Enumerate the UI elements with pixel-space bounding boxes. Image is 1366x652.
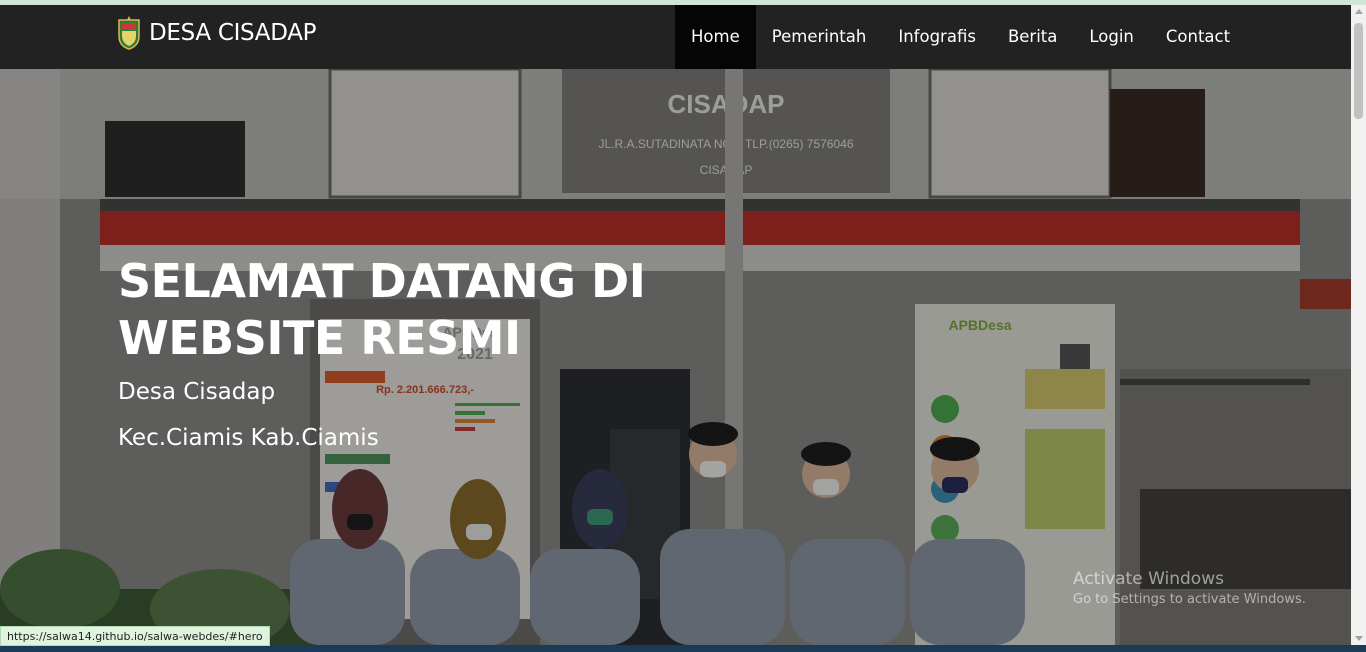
watermark-subtitle: Go to Settings to activate Windows. <box>1073 592 1306 607</box>
page-scrollbar[interactable] <box>1351 5 1366 645</box>
hero-title: SELAMAT DATANG DI WEBSITE RESMI <box>118 254 646 365</box>
brand-link[interactable]: DESA CISADAP <box>117 15 317 51</box>
village-shield-logo-icon <box>118 16 140 50</box>
nav-item-login[interactable]: Login <box>1073 5 1150 69</box>
scroll-up-arrow-icon[interactable] <box>1355 9 1363 14</box>
nav-item-contact[interactable]: Contact <box>1150 5 1246 69</box>
hero-subtitle: Desa Cisadap <box>118 379 276 405</box>
nav-item-pemerintah[interactable]: Pemerintah <box>756 5 883 69</box>
scroll-down-arrow-icon[interactable] <box>1355 636 1363 641</box>
nav-item-infografis[interactable]: Infografis <box>882 5 992 69</box>
hero-section: CISADAP JL.R.A.SUTADINATA NO.6 TLP.(0265… <box>0 69 1351 645</box>
status-bar-url: https://salwa14.github.io/salwa-webdes/#… <box>0 626 270 646</box>
watermark-title: Activate Windows <box>1073 569 1224 589</box>
activate-windows-watermark: Activate Windows Go to Settings to activ… <box>1073 569 1306 607</box>
hero-location: Kec.Ciamis Kab.Ciamis <box>118 425 379 451</box>
nav-item-berita[interactable]: Berita <box>992 5 1073 69</box>
nav-item-home[interactable]: Home <box>675 5 756 69</box>
brand-name[interactable]: DESA CISADAP <box>149 20 317 46</box>
main-nav: Home Pemerintah Infografis Berita Login … <box>675 5 1246 69</box>
scrollbar-thumb[interactable] <box>1354 23 1363 119</box>
navbar: DESA CISADAP Home Pemerintah Infografis … <box>0 5 1351 69</box>
